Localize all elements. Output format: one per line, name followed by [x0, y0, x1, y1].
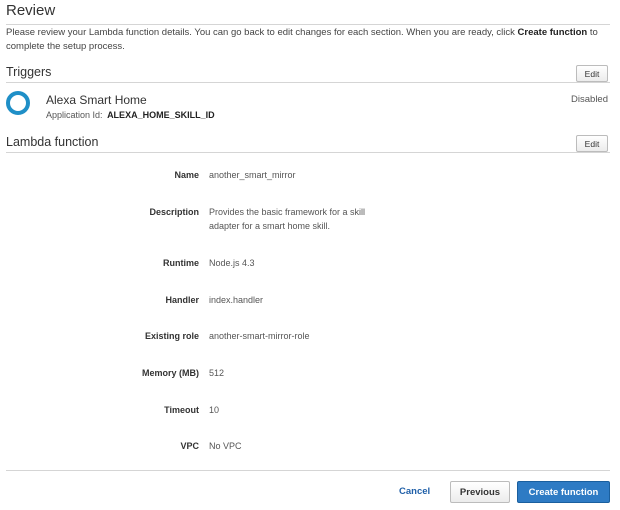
cancel-button[interactable]: Cancel	[399, 486, 430, 497]
detail-label: Description	[149, 207, 199, 217]
previous-button[interactable]: Previous	[450, 481, 510, 503]
detail-value: No VPC	[209, 441, 242, 451]
lambda-section-title: Lambda function	[6, 135, 99, 149]
trigger-name: Alexa Smart Home	[46, 93, 147, 107]
detail-label: VPC	[180, 441, 199, 451]
detail-label: Runtime	[163, 258, 199, 268]
trigger-application-id: Application Id: ALEXA_HOME_SKILL_ID	[46, 110, 215, 120]
trigger-application-id-value: ALEXA_HOME_SKILL_ID	[107, 110, 215, 120]
detail-label: Memory (MB)	[141, 368, 199, 378]
intro-bold-create: Create function	[517, 27, 588, 38]
trigger-status: Disabled	[571, 94, 608, 105]
create-function-button[interactable]: Create function	[517, 481, 610, 503]
detail-label: Existing role	[144, 331, 199, 341]
lambda-divider	[6, 152, 610, 153]
detail-value: Provides the basic framework for a skill…	[209, 207, 366, 231]
title-divider	[6, 24, 610, 25]
alexa-ring-icon	[6, 91, 30, 115]
detail-value: Node.js 4.3	[209, 258, 255, 268]
detail-label: Handler	[165, 295, 199, 305]
footer-divider	[6, 470, 610, 471]
triggers-edit-button[interactable]: Edit	[576, 65, 608, 82]
lambda-edit-button[interactable]: Edit	[576, 135, 608, 152]
detail-value: 10	[209, 405, 220, 415]
detail-value: another_smart_mirror	[209, 170, 296, 180]
detail-value: another-smart-mirror-role	[209, 331, 310, 341]
triggers-divider	[6, 82, 610, 83]
triggers-section-title: Triggers	[6, 65, 52, 79]
detail-label: Name	[174, 170, 199, 180]
detail-label: Timeout	[164, 405, 199, 415]
detail-value: 512	[209, 368, 225, 378]
page-title: Review	[6, 2, 56, 19]
detail-value: index.handler	[209, 295, 264, 305]
intro-text: Please review your Lambda function detai…	[6, 27, 598, 52]
